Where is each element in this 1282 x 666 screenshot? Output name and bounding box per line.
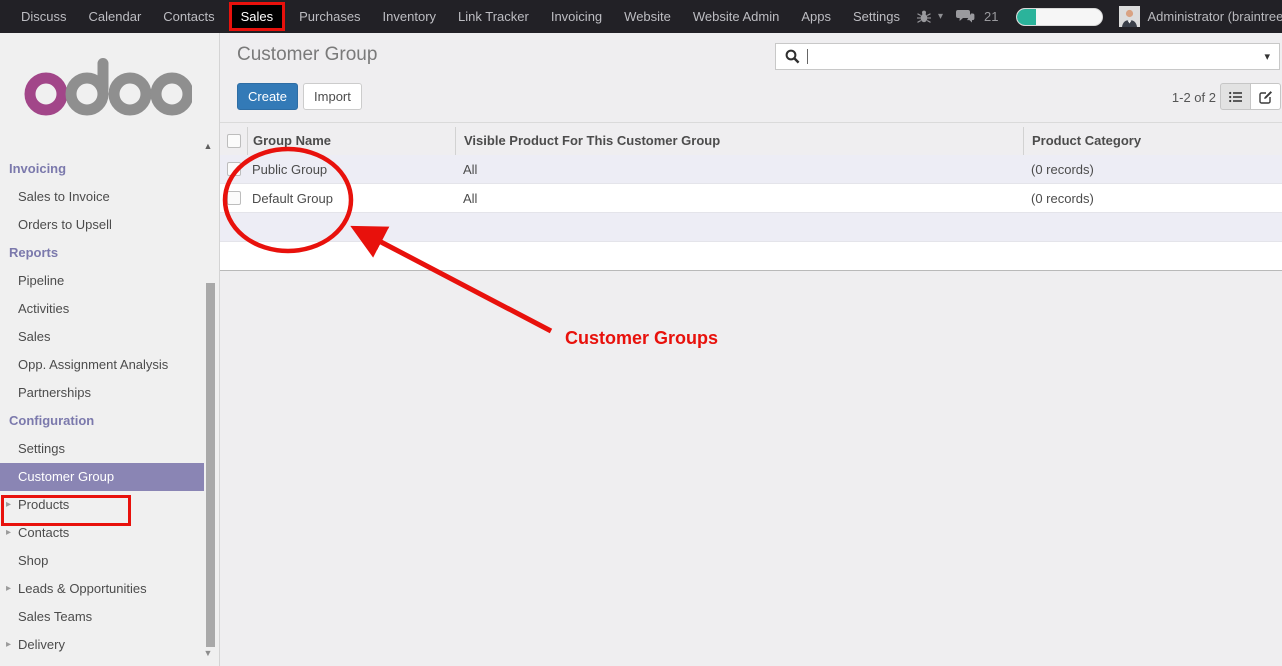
table-empty-row [220, 213, 1282, 242]
sidebar-item-label: Contacts [18, 525, 69, 540]
debug-dropdown-caret-icon[interactable]: ▾ [938, 11, 943, 22]
top-nav-bar: Discuss Calendar Contacts Sales Purchase… [0, 0, 1282, 33]
sidebar-item-label: Delivery [18, 637, 65, 652]
create-button[interactable]: Create [237, 83, 298, 110]
usage-progress-pill[interactable] [1016, 8, 1103, 26]
pager-label: 1-2 of 2 [1172, 90, 1216, 105]
sidebar-section-reports[interactable]: Reports [0, 239, 204, 267]
text-cursor [807, 49, 808, 64]
nav-item-invoicing[interactable]: Invoicing [540, 0, 613, 33]
message-count-badge: 21 [984, 9, 998, 24]
cell-visible-product: All [455, 191, 1023, 206]
sidebar-item-sales[interactable]: Sales [0, 323, 204, 351]
control-panel: Customer Group ▾ Create Import 1-2 of 2 [220, 33, 1282, 123]
search-bar[interactable]: ▾ [775, 43, 1280, 70]
sidebar-menu: Invoicing Sales to Invoice Orders to Ups… [0, 155, 204, 659]
sidebar-item-label: Products [18, 497, 69, 512]
nav-item-inventory[interactable]: Inventory [372, 0, 447, 33]
user-avatar[interactable] [1119, 6, 1140, 27]
cell-group-name: Default Group [247, 191, 455, 206]
table-row-public-group[interactable]: Public Group All (0 records) [220, 155, 1282, 184]
column-header-group-name[interactable]: Group Name [247, 127, 455, 155]
sidebar-item-products[interactable]: ▸ Products [0, 491, 204, 519]
sidebar-item-activities[interactable]: Activities [0, 295, 204, 323]
messages-chat-icon[interactable] [956, 9, 975, 24]
search-icon[interactable] [785, 49, 800, 64]
nav-item-settings[interactable]: Settings [842, 0, 911, 33]
column-header-visible-product[interactable]: Visible Product For This Customer Group [455, 127, 1023, 155]
sidebar-item-shop[interactable]: Shop [0, 547, 204, 575]
nav-item-discuss[interactable]: Discuss [10, 0, 78, 33]
row-checkbox[interactable] [227, 191, 241, 205]
list-view-button[interactable] [1220, 83, 1251, 110]
import-button[interactable]: Import [303, 83, 362, 110]
expand-caret-icon: ▸ [6, 519, 11, 547]
select-all-checkbox-cell [220, 127, 247, 155]
select-all-checkbox[interactable] [227, 134, 241, 148]
expand-caret-icon: ▸ [6, 491, 11, 519]
table-row-default-group[interactable]: Default Group All (0 records) [220, 184, 1282, 213]
cell-product-category: (0 records) [1023, 162, 1282, 177]
sidebar-scroll-up-icon[interactable]: ▲ [201, 141, 215, 151]
debug-bug-icon[interactable] [916, 9, 932, 24]
sidebar-item-pipeline[interactable]: Pipeline [0, 267, 204, 295]
nav-item-link-tracker[interactable]: Link Tracker [447, 0, 540, 33]
row-checkbox[interactable] [227, 162, 241, 176]
sidebar-item-delivery[interactable]: ▸ Delivery [0, 631, 204, 659]
column-header-product-category[interactable]: Product Category [1023, 127, 1282, 155]
customer-group-table: Group Name Visible Product For This Cust… [220, 127, 1282, 271]
nav-item-website[interactable]: Website [613, 0, 682, 33]
view-switcher [1220, 83, 1281, 110]
table-header-row: Group Name Visible Product For This Cust… [220, 127, 1282, 155]
sidebar-item-partnerships[interactable]: Partnerships [0, 379, 204, 407]
cell-visible-product: All [455, 162, 1023, 177]
sidebar-item-orders-to-upsell[interactable]: Orders to Upsell [0, 211, 204, 239]
expand-caret-icon: ▸ [6, 575, 11, 603]
main-content: Customer Group ▾ Create Import 1-2 of 2 [220, 33, 1282, 666]
sidebar-item-customer-group[interactable]: Customer Group [0, 463, 204, 491]
usage-progress-fill [1017, 9, 1036, 25]
sidebar-item-contacts[interactable]: ▸ Contacts [0, 519, 204, 547]
action-buttons: Create Import [237, 83, 362, 110]
sidebar-item-sales-teams[interactable]: Sales Teams [0, 603, 204, 631]
nav-item-sales-highlighted[interactable]: Sales [229, 2, 286, 31]
odoo-logo [24, 58, 192, 121]
sidebar-item-label: Leads & Opportunities [18, 581, 147, 596]
sidebar-section-invoicing[interactable]: Invoicing [0, 155, 204, 183]
sidebar: ▲ Invoicing Sales to Invoice Orders to U… [0, 33, 220, 666]
nav-item-contacts[interactable]: Contacts [152, 0, 225, 33]
nav-item-apps[interactable]: Apps [790, 0, 842, 33]
search-dropdown-caret-icon[interactable]: ▾ [1256, 50, 1270, 63]
nav-item-calendar[interactable]: Calendar [78, 0, 153, 33]
sidebar-item-sales-to-invoice[interactable]: Sales to Invoice [0, 183, 204, 211]
topbar-right-group: ▾ 21 Administrator (braintree) ▾ [911, 6, 1282, 27]
sidebar-scrollbar-thumb[interactable] [206, 283, 215, 647]
sidebar-item-leads-opportunities[interactable]: ▸ Leads & Opportunities [0, 575, 204, 603]
sidebar-item-settings[interactable]: Settings [0, 435, 204, 463]
form-view-button[interactable] [1251, 83, 1281, 110]
table-empty-row [220, 242, 1282, 270]
cell-product-category: (0 records) [1023, 191, 1282, 206]
nav-item-website-admin[interactable]: Website Admin [682, 0, 790, 33]
cell-group-name: Public Group [247, 162, 455, 177]
expand-caret-icon: ▸ [6, 631, 11, 659]
nav-item-purchases[interactable]: Purchases [288, 0, 371, 33]
sidebar-scroll-down-icon[interactable]: ▼ [201, 648, 215, 658]
page-title: Customer Group [237, 44, 377, 66]
sidebar-item-opp-assignment-analysis[interactable]: Opp. Assignment Analysis [0, 351, 204, 379]
user-menu[interactable]: Administrator (braintree) [1147, 9, 1282, 24]
sidebar-section-configuration[interactable]: Configuration [0, 407, 204, 435]
